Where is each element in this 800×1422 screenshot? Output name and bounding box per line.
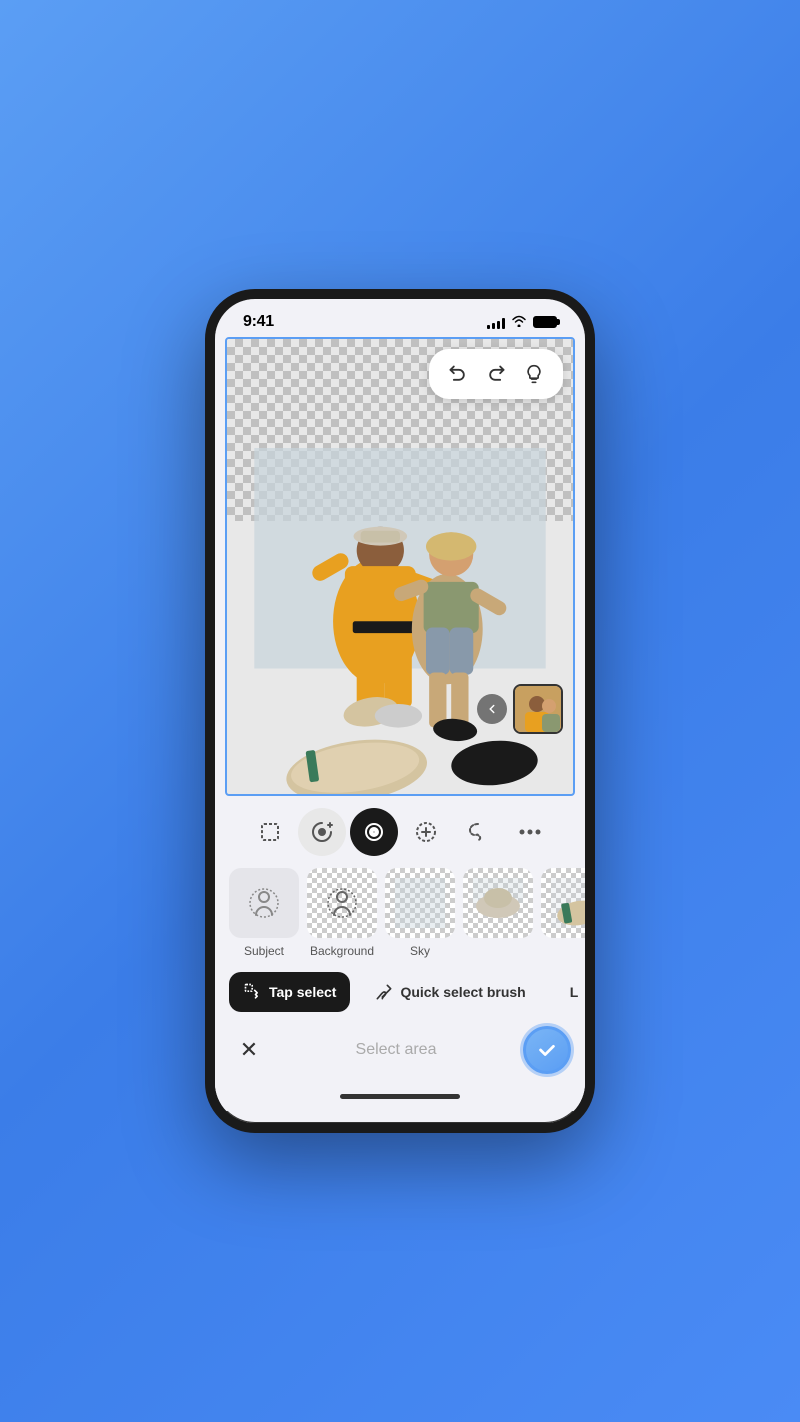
lasso-button[interactable]: Lasso bbox=[550, 972, 578, 1012]
phone-content: Subject Background bbox=[215, 337, 585, 1111]
photo-thumbnail[interactable] bbox=[513, 684, 563, 734]
undo-button[interactable] bbox=[441, 357, 475, 391]
add-select-button[interactable] bbox=[402, 808, 450, 856]
status-icons bbox=[487, 314, 557, 330]
chevron-left-button[interactable] bbox=[477, 694, 507, 724]
home-indicator bbox=[340, 1094, 460, 1099]
confirm-button[interactable] bbox=[523, 1026, 571, 1074]
floating-toolbar bbox=[429, 349, 563, 399]
sky-icon-box bbox=[385, 868, 455, 938]
option4-icon-box bbox=[463, 868, 533, 938]
wifi-icon bbox=[511, 314, 527, 330]
status-bar: 9:41 bbox=[215, 299, 585, 337]
option4-option[interactable] bbox=[463, 868, 533, 958]
status-time: 9:41 bbox=[243, 313, 274, 331]
quick-select-brush-button[interactable]: Quick select brush bbox=[360, 972, 539, 1012]
hint-button[interactable] bbox=[517, 357, 551, 391]
subject-option[interactable]: Subject bbox=[229, 868, 299, 958]
option5-option[interactable] bbox=[541, 868, 585, 958]
background-label: Background bbox=[310, 944, 374, 958]
select-area-label: Select area bbox=[269, 1041, 523, 1059]
option5-icon-box bbox=[541, 868, 585, 938]
panel-toggle bbox=[477, 684, 563, 734]
brush-select-button[interactable] bbox=[350, 808, 398, 856]
sky-option[interactable]: Sky bbox=[385, 868, 455, 958]
background-option[interactable]: Background bbox=[307, 868, 377, 958]
action-row: ✕ Select area bbox=[215, 1018, 585, 1090]
background-icon-box bbox=[307, 868, 377, 938]
tap-select-label: Tap select bbox=[269, 984, 336, 1000]
tap-select-button[interactable]: Tap select bbox=[229, 972, 350, 1012]
subject-label: Subject bbox=[244, 944, 284, 958]
quick-select-brush-label: Quick select brush bbox=[400, 984, 525, 1000]
lasso-select-button[interactable] bbox=[454, 808, 502, 856]
subject-icon-box bbox=[229, 868, 299, 938]
canvas-area[interactable] bbox=[225, 337, 575, 796]
battery-icon bbox=[533, 316, 557, 328]
tool-row bbox=[215, 804, 585, 860]
rect-select-button[interactable] bbox=[246, 808, 294, 856]
lasso-label: Lasso bbox=[570, 984, 578, 1000]
selection-options: Subject Background bbox=[215, 860, 585, 966]
brush-mode-row: Tap select Quick select brush Lasso bbox=[215, 966, 585, 1018]
more-button[interactable] bbox=[506, 808, 554, 856]
phone-frame: 9:41 bbox=[205, 289, 595, 1133]
sky-label: Sky bbox=[410, 944, 430, 958]
signal-icon bbox=[487, 315, 505, 329]
bottom-toolbar: Subject Background bbox=[215, 796, 585, 1111]
redo-button[interactable] bbox=[479, 357, 513, 391]
close-button[interactable]: ✕ bbox=[229, 1030, 269, 1070]
magic-select-button[interactable] bbox=[298, 808, 346, 856]
